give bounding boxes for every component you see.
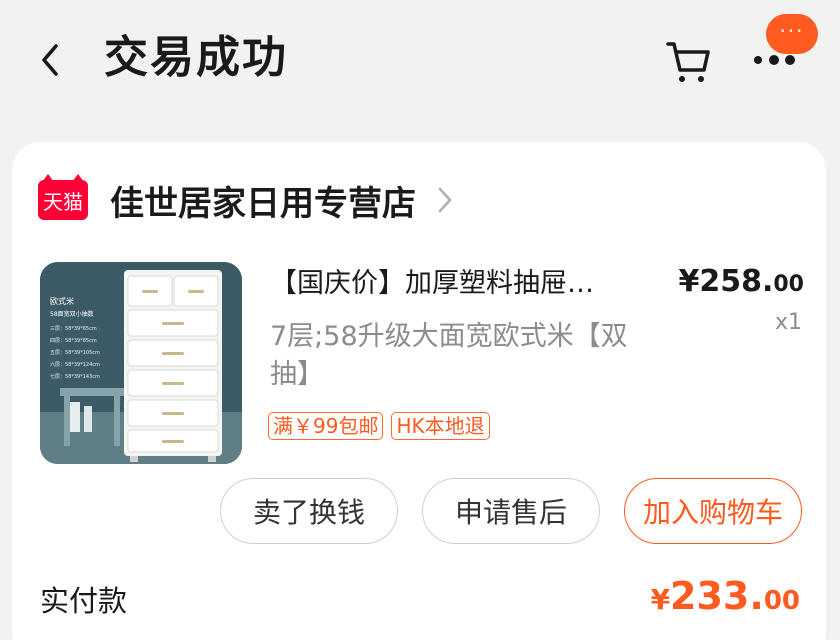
chevron-left-icon [42,44,58,76]
tmall-logo-text: 天猫 [43,189,83,214]
tmall-logo: 天猫 [38,174,88,220]
tag-free-shipping: 满￥99包邮 [268,412,384,440]
after-sale-button[interactable]: 申请售后 [422,478,600,544]
paid-amount: ¥233.00 [651,572,800,625]
price-decimal: 00 [773,272,804,297]
paid-currency: ¥ [650,583,671,616]
message-badge: ··· [766,14,818,54]
product-tags: 满￥99包邮 HK本地退 [268,412,490,440]
shop-row[interactable]: 天猫 佳世居家日用专营店 [38,174,458,224]
chevron-right-icon [438,185,458,215]
add-to-cart-button[interactable]: 加入购物车 [624,478,802,544]
cart-icon [666,42,710,82]
action-buttons: 卖了换钱 申请售后 加入购物车 [220,478,802,544]
product-spec: 7层;58升级大面宽欧式米【双抽】 [270,321,628,390]
price-main: ¥258. [678,264,774,299]
tag-local-return: HK本地退 [391,412,490,440]
paid-label: 实付款 [40,584,128,618]
page-title: 交易成功 [104,32,288,83]
image-caption-line2: 58面宽双小抽数 [50,310,94,318]
product-image[interactable]: 欧式米 58面宽双小抽数 三层：58*39*65cm 四层：58*39*85cm… [40,262,242,464]
image-caption-row: 六层：58*39*124cm [50,361,100,368]
image-caption-row: 四层：58*39*85cm [50,338,97,344]
product-price: ¥258.00 [678,262,804,305]
paid-amount-main: 233. [670,574,764,618]
image-caption-row: 七层：58*39*143cm [50,373,100,380]
top-bar: 交易成功 ··· [0,0,840,120]
sell-button[interactable]: 卖了换钱 [220,478,398,544]
image-caption-row: 三层：58*39*65cm [50,326,97,332]
image-caption-line1: 欧式米 [50,296,74,306]
cart-button[interactable] [664,38,712,86]
product-title[interactable]: 【国庆价】加厚塑料抽屉… [270,264,660,304]
shop-name: 佳世居家日用专营店 [110,183,416,224]
order-card: 天猫 佳世居家日用专营店 欧式米 58面宽双小抽数 三层：58*39*65cm … [12,142,826,640]
product-quantity: x1 [774,310,802,335]
image-caption-row: 五层：58*39*105cm [50,350,100,356]
back-button[interactable] [30,36,70,84]
paid-amount-decimal: 00 [763,586,800,616]
